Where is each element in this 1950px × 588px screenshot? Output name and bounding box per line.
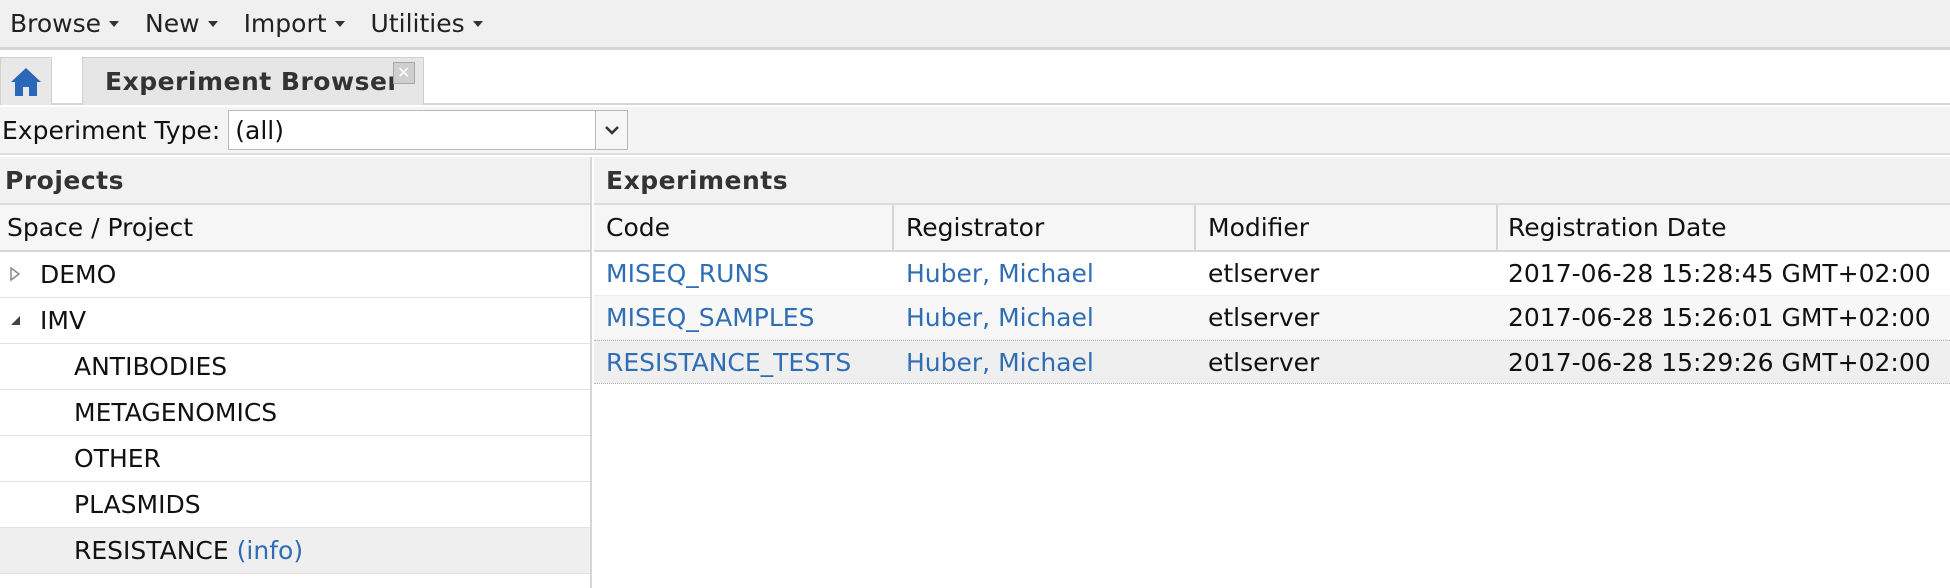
tree-item-antibodies[interactable]: ANTIBODIES (0, 344, 590, 390)
projects-panel-title: Projects (0, 157, 590, 205)
modifier-cell: etlserver (1208, 259, 1320, 288)
menu-new-label: New (145, 9, 200, 38)
table-row[interactable]: MISEQ_RUNS Huber, Michael etlserver 2017… (594, 252, 1950, 296)
projects-column-header-row: Space / Project (0, 205, 590, 252)
projects-panel: Projects Space / Project DEMO IMV ANTIBO… (0, 157, 592, 588)
column-header-modifier[interactable]: Modifier (1196, 205, 1498, 250)
experiment-code-link[interactable]: RESISTANCE_TESTS (594, 341, 894, 383)
home-tab[interactable] (0, 57, 52, 105)
menu-bar: Browse New Import Utilities (0, 0, 1950, 50)
experiments-column-header-row: Code Registrator Modifier Registration D… (594, 205, 1950, 252)
caret-down-icon (472, 20, 483, 27)
experiment-type-select[interactable]: (all) (228, 110, 629, 150)
menu-import-label: Import (243, 9, 327, 38)
menu-browse-label: Browse (10, 9, 102, 38)
tree-item-demo[interactable]: DEMO (0, 252, 590, 298)
registration-date-cell: 2017-06-28 15:29:26 GMT+02:00 (1508, 347, 1931, 377)
table-row[interactable]: MISEQ_SAMPLES Huber, Michael etlserver 2… (594, 296, 1950, 340)
menu-new[interactable]: New (145, 9, 218, 38)
caret-down-icon (334, 20, 345, 27)
menu-utilities-label: Utilities (370, 9, 465, 38)
tree-item-label: DEMO (40, 260, 117, 289)
column-header-code[interactable]: Code (594, 205, 894, 250)
registrator-link[interactable]: Huber, Michael (894, 252, 1196, 295)
tab-experiment-browser-label: Experiment Browser (105, 67, 401, 96)
registration-date-cell: 2017-06-28 15:26:01 GMT+02:00 (1508, 303, 1931, 332)
caret-down-icon (207, 20, 218, 27)
tree-item-label: OTHER (74, 444, 161, 473)
experiment-type-label: Experiment Type: (2, 115, 221, 145)
chevron-down-icon (604, 126, 619, 135)
experiments-panel: Experiments Code Registrator Modifier Re… (594, 157, 1950, 588)
experiments-panel-title: Experiments (594, 157, 1950, 205)
experiment-code-link[interactable]: MISEQ_SAMPLES (594, 296, 894, 339)
tree-item-other[interactable]: OTHER (0, 436, 590, 482)
tab-experiment-browser[interactable]: Experiment Browser ✕ (82, 57, 424, 105)
tree-item-label: ANTIBODIES (74, 352, 228, 381)
registration-date-cell: 2017-06-28 15:28:45 GMT+02:00 (1508, 259, 1931, 288)
modifier-cell: etlserver (1208, 303, 1320, 332)
caret-down-icon (109, 20, 120, 27)
dropdown-button[interactable] (595, 111, 628, 149)
collapse-arrow-icon[interactable] (8, 312, 22, 328)
tree-item-imv[interactable]: IMV (0, 298, 590, 344)
registrator-link[interactable]: Huber, Michael (894, 341, 1196, 383)
experiment-type-filter: Experiment Type: (all) (0, 107, 1950, 155)
column-header-space-project[interactable]: Space / Project (0, 205, 590, 250)
menu-browse[interactable]: Browse (10, 9, 120, 38)
tree-item-label-wrapper: RESISTANCE (info) (74, 528, 303, 573)
tree-item-label: RESISTANCE (74, 536, 229, 565)
experiment-type-value: (all) (235, 115, 284, 145)
menu-import[interactable]: Import (244, 9, 345, 38)
experiment-code-link[interactable]: MISEQ_RUNS (594, 252, 894, 295)
tree-item-metagenomics[interactable]: METAGENOMICS (0, 390, 590, 436)
tree-item-label: IMV (40, 306, 87, 335)
modifier-cell: etlserver (1208, 347, 1320, 377)
home-icon (11, 67, 41, 96)
column-header-registration-date[interactable]: Registration Date (1498, 205, 1950, 250)
close-icon[interactable]: ✕ (393, 62, 415, 84)
registrator-link[interactable]: Huber, Michael (894, 296, 1196, 339)
tab-bar: Experiment Browser ✕ (0, 53, 1950, 105)
tree-item-label: PLASMIDS (74, 490, 201, 519)
column-header-registrator[interactable]: Registrator (894, 205, 1196, 250)
table-row[interactable]: RESISTANCE_TESTS Huber, Michael etlserve… (594, 340, 1950, 384)
expand-arrow-icon[interactable] (8, 266, 22, 282)
menu-utilities[interactable]: Utilities (371, 9, 483, 38)
tree-item-label: METAGENOMICS (74, 398, 278, 427)
info-link[interactable]: (info) (237, 536, 303, 565)
tree-item-plasmids[interactable]: PLASMIDS (0, 482, 590, 528)
tree-item-resistance[interactable]: RESISTANCE (info) (0, 528, 590, 574)
